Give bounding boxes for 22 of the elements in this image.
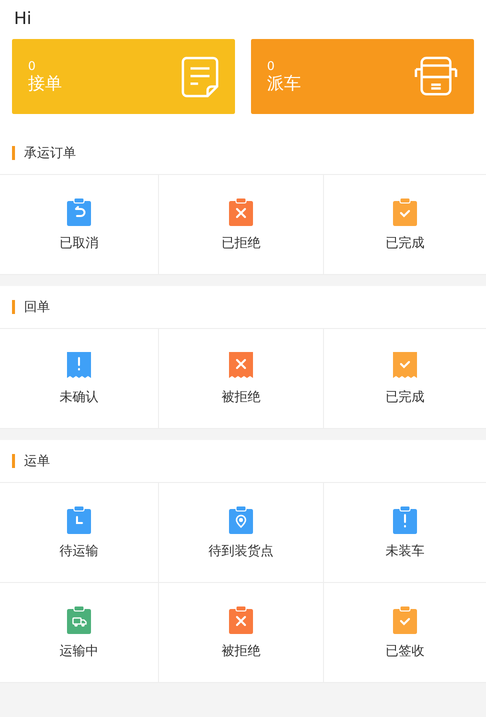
menu-tile[interactable]: 已签收 [324,583,486,683]
menu-tile[interactable]: 待到装货点 [159,483,324,583]
menu-tile[interactable]: 已拒绝 [159,175,324,275]
menu-tile[interactable]: 已完成 [324,329,486,429]
section-title: 运单 [24,453,50,470]
menu-tile[interactable]: 被拒绝 [159,583,324,683]
section-title: 回单 [24,299,50,316]
menu-tile[interactable]: 未确认 [0,329,159,429]
menu-tile[interactable]: 已完成 [324,175,486,275]
menu-tile[interactable]: 运输中 [0,583,159,683]
menu-tile[interactable]: 未装车 [324,483,486,583]
menu-tile[interactable]: 被拒绝 [159,329,324,429]
menu-tile[interactable]: 已取消 [0,175,159,275]
greeting: Hi [0,0,486,36]
document-icon [181,56,219,98]
card-label: 接单 [28,72,62,94]
card-count: 0 [267,58,276,72]
card-count: 0 [28,58,37,72]
bus-icon [414,56,458,98]
section-title: 承运订单 [24,145,76,162]
card-label: 派车 [267,72,301,94]
menu-tile[interactable]: 待运输 [0,483,159,583]
